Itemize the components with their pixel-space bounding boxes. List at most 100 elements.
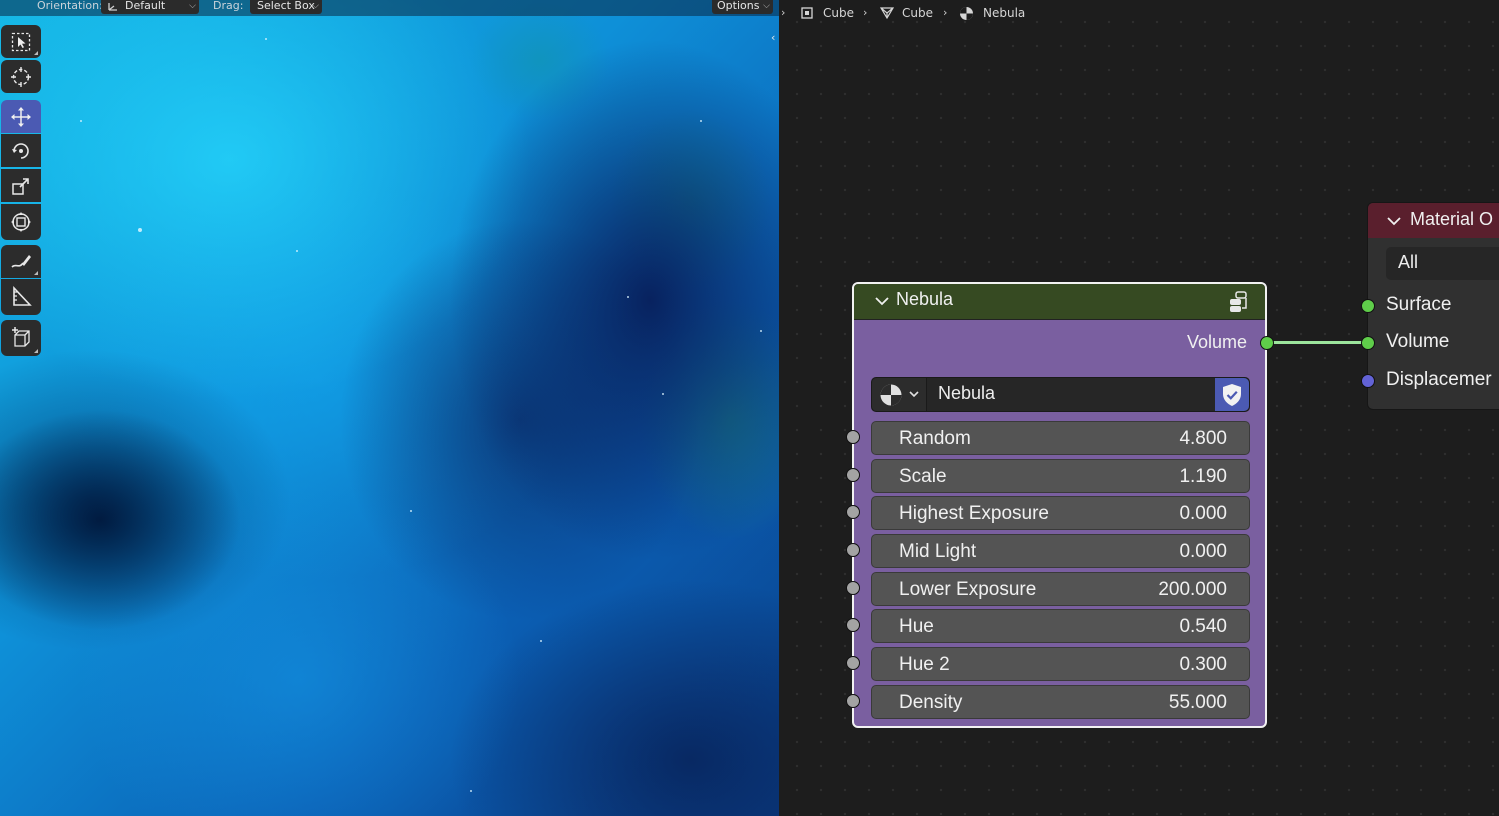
field-highest-exposure[interactable]: Highest Exposure 0.000 — [871, 496, 1250, 530]
orientation-label: Orientation: — [37, 0, 103, 12]
field-value: 55.000 — [1168, 692, 1227, 713]
tool-scale[interactable] — [1, 169, 41, 202]
star — [540, 640, 542, 642]
collapse-chevron-icon[interactable] — [874, 293, 890, 309]
scale-icon — [12, 177, 29, 195]
tool-move[interactable] — [1, 100, 41, 133]
drag-value: Select Box — [257, 0, 315, 12]
star — [410, 510, 412, 512]
orientation-axes-icon — [108, 3, 117, 11]
star — [265, 38, 267, 40]
field-value: 0.300 — [1179, 654, 1227, 675]
tool-transform[interactable] — [1, 204, 41, 240]
transform-icon — [11, 212, 31, 232]
field-label: Density — [899, 692, 963, 713]
tool-cursor[interactable] — [1, 60, 41, 93]
input-socket-highest-exposure[interactable] — [846, 505, 860, 519]
input-volume-label: Volume — [1386, 331, 1450, 352]
star — [700, 120, 702, 122]
field-hue[interactable]: Hue 0.540 — [871, 609, 1250, 643]
field-random[interactable]: Random 4.800 — [871, 421, 1250, 455]
tool-annotate[interactable] — [1, 245, 41, 278]
breadcrumb-material[interactable]: Nebula — [983, 4, 1025, 22]
material-output-node[interactable]: Material O All Surface Volume Displaceme… — [1361, 202, 1499, 410]
field-density[interactable]: Density 55.000 — [871, 685, 1250, 719]
sidebar-collapse-arrow-icon[interactable]: ‹ — [771, 31, 775, 44]
measure-icon — [13, 286, 32, 306]
shader-node-editor[interactable]: › Cube › Cube › Nebula Nebula Volume Neb… — [779, 0, 1499, 816]
input-socket-mid-light[interactable] — [846, 543, 860, 557]
field-hue-2[interactable]: Hue 2 0.300 — [871, 647, 1250, 681]
field-value: 200.000 — [1158, 579, 1227, 600]
output-socket-volume[interactable] — [1260, 336, 1274, 350]
orientation-value: Default — [125, 0, 166, 12]
options-dropdown[interactable]: Options ⌵ — [712, 0, 773, 14]
tool-options-corner-icon — [34, 349, 38, 353]
cursor-icon — [11, 66, 31, 87]
drag-dropdown[interactable]: Select Box ⌵ — [250, 0, 322, 14]
chevron-down-icon: ⌵ — [312, 1, 319, 11]
field-value: 0.540 — [1179, 616, 1227, 637]
field-label: Highest Exposure — [899, 503, 1049, 524]
input-socket-displacement[interactable] — [1361, 374, 1375, 388]
field-value: 1.190 — [1179, 466, 1227, 487]
nebula-node[interactable]: Nebula Volume Nebula Random 4.800 Scale … — [846, 282, 1274, 728]
tool-options-corner-icon — [34, 271, 38, 275]
output-volume-label: Volume — [1186, 332, 1247, 352]
star — [138, 228, 142, 232]
field-value: 0.000 — [1179, 503, 1227, 524]
star — [296, 250, 298, 252]
node-group-datablock-selector[interactable]: Nebula — [871, 377, 1250, 412]
field-scale[interactable]: Scale 1.190 — [871, 459, 1250, 493]
fake-user-toggle[interactable] — [1215, 378, 1249, 411]
tool-add-cube[interactable] — [1, 320, 41, 356]
node-tree-icon — [880, 384, 902, 406]
nebula-node-title: Nebula — [896, 289, 954, 309]
input-socket-density[interactable] — [846, 694, 860, 708]
input-surface-label: Surface — [1386, 294, 1452, 315]
material-output-header[interactable]: Material O — [1368, 203, 1499, 238]
breadcrumb-object[interactable]: Cube — [823, 4, 854, 22]
input-socket-volume[interactable] — [1361, 336, 1375, 350]
field-lower-exposure[interactable]: Lower Exposure 200.000 — [871, 572, 1250, 606]
breadcrumb-separator-icon: › — [863, 6, 868, 19]
input-socket-lower-exposure[interactable] — [846, 581, 860, 595]
field-value: 0.000 — [1179, 541, 1227, 562]
orientation-dropdown[interactable]: Default ⌵ — [101, 0, 199, 14]
material-icon — [960, 7, 973, 20]
tool-measure[interactable] — [1, 279, 41, 315]
collapse-chevron-icon[interactable] — [1386, 213, 1402, 229]
input-socket-scale[interactable] — [846, 468, 860, 482]
node-group-browse-button[interactable] — [872, 378, 927, 411]
tool-options-corner-icon — [34, 51, 38, 55]
object-icon — [801, 7, 813, 19]
chevron-down-icon — [909, 391, 919, 398]
star — [470, 790, 472, 792]
select-box-icon — [11, 32, 31, 51]
input-socket-surface[interactable] — [1361, 299, 1375, 313]
input-socket-hue-2[interactable] — [846, 656, 860, 670]
input-socket-random[interactable] — [846, 430, 860, 444]
tool-select-box[interactable] — [1, 25, 41, 58]
target-value: All — [1398, 252, 1419, 272]
star — [627, 296, 629, 298]
node-group-icon[interactable] — [1227, 290, 1251, 314]
field-label: Random — [899, 428, 971, 449]
chevron-down-icon: ⌵ — [763, 1, 770, 11]
field-value: 4.800 — [1179, 428, 1227, 449]
move-icon — [11, 106, 31, 127]
tool-rotate[interactable] — [1, 134, 41, 167]
drag-label: Drag: — [213, 0, 244, 12]
input-socket-hue[interactable] — [846, 618, 860, 632]
breadcrumb-mesh[interactable]: Cube — [902, 4, 933, 22]
chevron-down-icon: ⌵ — [189, 1, 196, 11]
node-group-name[interactable]: Nebula — [938, 383, 995, 404]
node-link-volume[interactable] — [1267, 341, 1367, 344]
field-mid-light[interactable]: Mid Light 0.000 — [871, 534, 1250, 568]
nebula-node-header[interactable]: Nebula — [854, 284, 1265, 320]
star — [80, 120, 82, 122]
target-dropdown[interactable]: All — [1386, 247, 1499, 280]
star — [760, 330, 762, 332]
3d-viewport[interactable]: Orientation: Default ⌵ Drag: Select Box … — [0, 0, 779, 816]
mesh-icon — [879, 7, 895, 20]
